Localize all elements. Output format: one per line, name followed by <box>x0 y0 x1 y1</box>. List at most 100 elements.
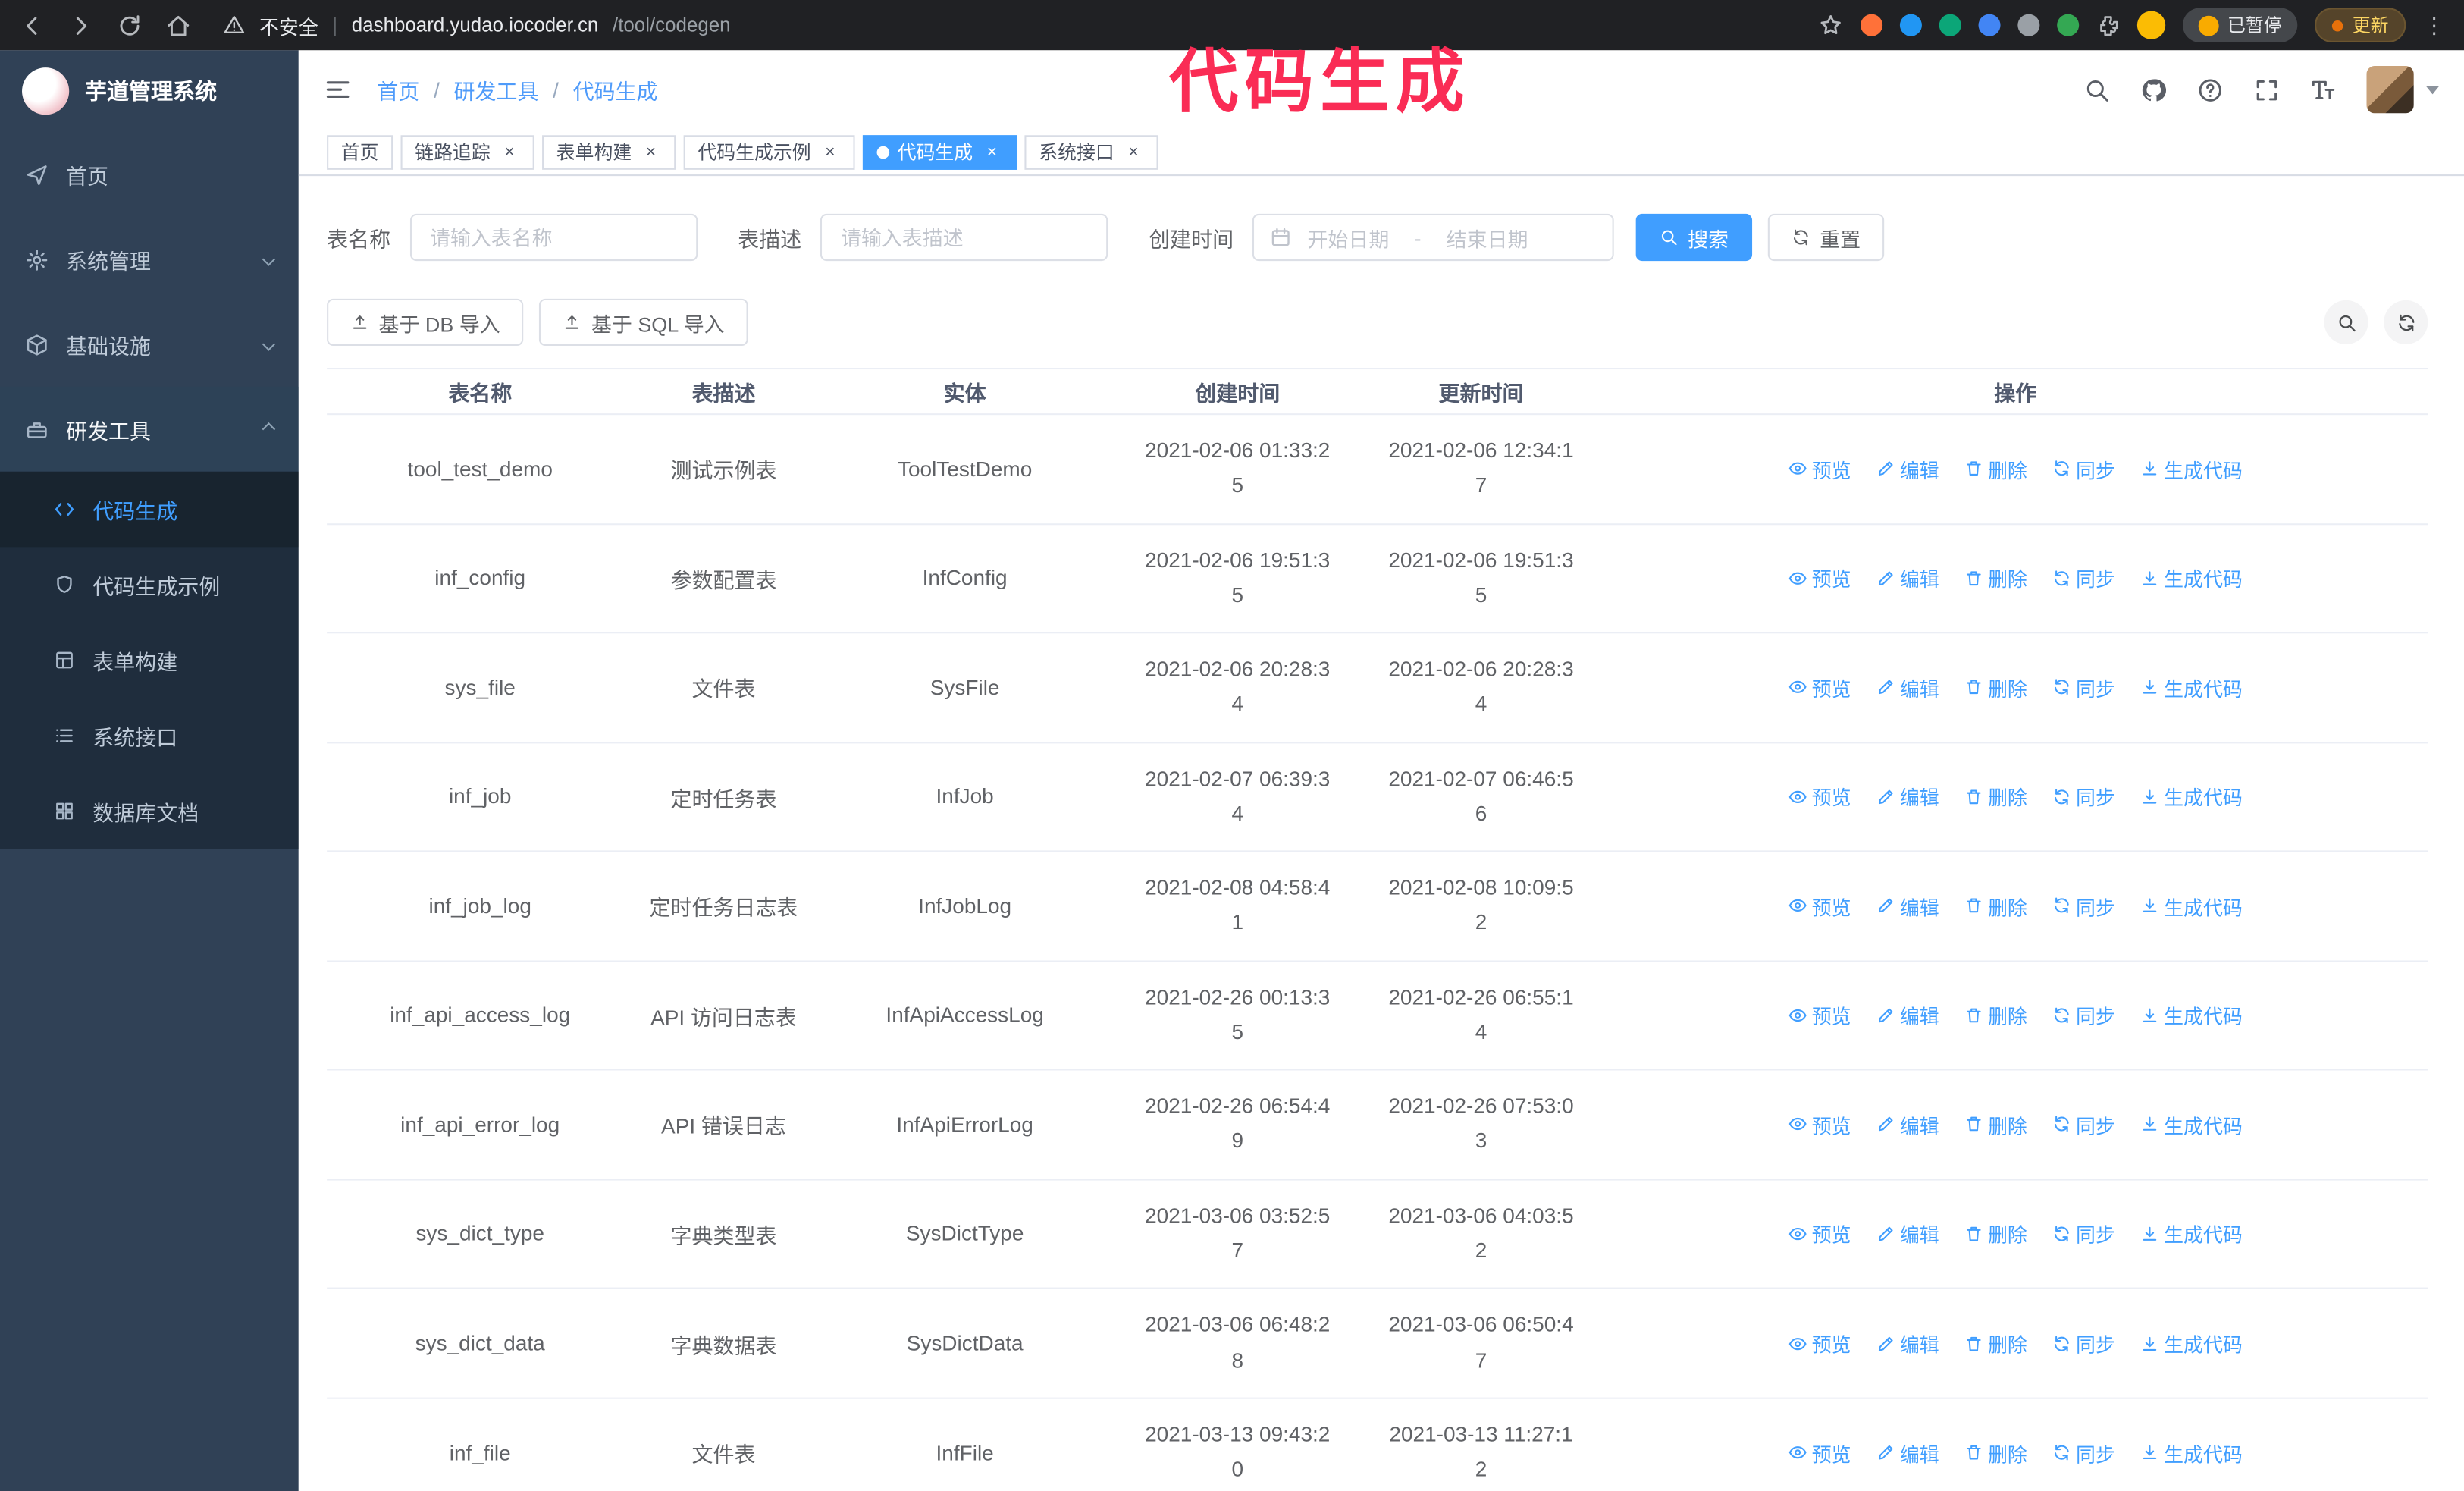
tab-system-api[interactable]: 系统接口 <box>1024 134 1158 169</box>
action-edit[interactable]: 编辑 <box>1876 782 1939 811</box>
close-icon[interactable] <box>981 141 1003 163</box>
extension-fox-icon[interactable] <box>1860 14 1882 36</box>
sidebar-item-home[interactable]: 首页 <box>0 132 299 217</box>
action-preview[interactable]: 预览 <box>1788 1000 1851 1030</box>
action-preview[interactable]: 预览 <box>1788 1110 1851 1139</box>
extension-gray-icon[interactable] <box>2017 14 2039 36</box>
extension-v-icon[interactable] <box>1938 14 1961 36</box>
action-edit[interactable]: 编辑 <box>1876 673 1939 702</box>
avatar-caret-icon[interactable] <box>2426 85 2439 94</box>
forward-icon[interactable] <box>67 12 94 39</box>
action-delete[interactable]: 删除 <box>1964 563 2027 593</box>
action-sync[interactable]: 同步 <box>2052 1328 2115 1358</box>
sidebar-item-codegen-example[interactable]: 代码生成示例 <box>0 547 299 622</box>
action-generate-code[interactable]: 生成代码 <box>2140 1000 2243 1030</box>
action-sync[interactable]: 同步 <box>2052 1000 2115 1030</box>
back-icon[interactable] <box>19 12 45 39</box>
action-generate-code[interactable]: 生成代码 <box>2140 563 2243 593</box>
action-edit[interactable]: 编辑 <box>1876 1328 1939 1358</box>
action-preview[interactable]: 预览 <box>1788 1438 1851 1467</box>
tab-codegen[interactable]: 代码生成 <box>863 134 1017 169</box>
sidebar-logo[interactable]: 芋道管理系统 <box>0 50 299 132</box>
action-generate-code[interactable]: 生成代码 <box>2140 1110 2243 1139</box>
action-preview[interactable]: 预览 <box>1788 454 1851 484</box>
action-delete[interactable]: 删除 <box>1964 673 2027 702</box>
breadcrumb-home[interactable]: 首页 <box>377 74 419 105</box>
sidebar-item-system-api[interactable]: 系统接口 <box>0 698 299 773</box>
browser-menu-icon[interactable]: ⋮ <box>2423 12 2445 39</box>
action-preview[interactable]: 预览 <box>1788 1328 1851 1358</box>
action-delete[interactable]: 删除 <box>1964 1219 2027 1248</box>
close-icon[interactable] <box>1122 141 1144 163</box>
sidebar-item-codegen[interactable]: 代码生成 <box>0 471 299 548</box>
action-sync[interactable]: 同步 <box>2052 673 2115 702</box>
action-edit[interactable]: 编辑 <box>1876 454 1939 484</box>
action-delete[interactable]: 删除 <box>1964 454 2027 484</box>
reload-icon[interactable] <box>116 12 143 39</box>
import-sql-button[interactable]: 基于 SQL 导入 <box>539 298 748 346</box>
action-delete[interactable]: 删除 <box>1964 782 2027 811</box>
sidebar-item-db-docs[interactable]: 数据库文档 <box>0 774 299 849</box>
create-time-range-picker[interactable]: 开始日期 - 结束日期 <box>1252 213 1614 262</box>
address-bar[interactable]: 不安全 | dashboard.yudao.iocoder.cn/tool/co… <box>223 10 731 39</box>
reset-button[interactable]: 重置 <box>1767 213 1885 262</box>
action-generate-code[interactable]: 生成代码 <box>2140 891 2243 921</box>
action-generate-code[interactable]: 生成代码 <box>2140 1438 2243 1467</box>
tab-form-builder[interactable]: 表单构建 <box>542 134 676 169</box>
action-sync[interactable]: 同步 <box>2052 1219 2115 1248</box>
extension-leaf-icon[interactable] <box>2056 14 2079 36</box>
hamburger-icon[interactable] <box>324 75 352 103</box>
close-icon[interactable] <box>819 141 841 163</box>
action-delete[interactable]: 删除 <box>1964 1328 2027 1358</box>
action-delete[interactable]: 删除 <box>1964 1438 2027 1467</box>
action-edit[interactable]: 编辑 <box>1876 891 1939 921</box>
close-icon[interactable] <box>640 141 662 163</box>
fullscreen-icon[interactable] <box>2253 77 2280 103</box>
action-sync[interactable]: 同步 <box>2052 563 2115 593</box>
extensions-puzzle-icon[interactable] <box>2096 14 2119 37</box>
action-edit[interactable]: 编辑 <box>1876 1438 1939 1467</box>
action-sync[interactable]: 同步 <box>2052 782 2115 811</box>
browser-update-button[interactable]: 更新 <box>2315 8 2406 42</box>
action-generate-code[interactable]: 生成代码 <box>2140 1328 2243 1358</box>
action-preview[interactable]: 预览 <box>1788 891 1851 921</box>
close-icon[interactable] <box>498 141 520 163</box>
action-edit[interactable]: 编辑 <box>1876 1219 1939 1248</box>
action-preview[interactable]: 预览 <box>1788 563 1851 593</box>
tab-home[interactable]: 首页 <box>327 134 393 169</box>
sidebar-item-dev-tools[interactable]: 研发工具 <box>0 386 299 472</box>
action-edit[interactable]: 编辑 <box>1876 1000 1939 1030</box>
sidebar-item-form-builder[interactable]: 表单构建 <box>0 623 299 698</box>
action-sync[interactable]: 同步 <box>2052 454 2115 484</box>
action-edit[interactable]: 编辑 <box>1876 1110 1939 1139</box>
action-sync[interactable]: 同步 <box>2052 891 2115 921</box>
tab-codegen-example[interactable]: 代码生成示例 <box>683 134 855 169</box>
action-generate-code[interactable]: 生成代码 <box>2140 782 2243 811</box>
action-generate-code[interactable]: 生成代码 <box>2140 1219 2243 1248</box>
sidebar-item-system-management[interactable]: 系统管理 <box>0 217 299 302</box>
import-db-button[interactable]: 基于 DB 导入 <box>327 298 524 346</box>
action-delete[interactable]: 删除 <box>1964 1110 2027 1139</box>
browser-profile-avatar[interactable] <box>2136 11 2165 39</box>
action-preview[interactable]: 预览 <box>1788 1219 1851 1248</box>
sync-paused-badge[interactable]: 已暂停 <box>2181 8 2298 42</box>
help-icon[interactable] <box>2197 77 2224 103</box>
github-icon[interactable] <box>2140 77 2167 103</box>
extension-drop-icon[interactable] <box>1898 14 1921 36</box>
action-preview[interactable]: 预览 <box>1788 782 1851 811</box>
action-sync[interactable]: 同步 <box>2052 1438 2115 1467</box>
bookmark-star-icon[interactable] <box>1817 13 1842 38</box>
extension-people-icon[interactable] <box>1977 14 2000 36</box>
user-avatar[interactable] <box>2366 66 2414 114</box>
action-delete[interactable]: 删除 <box>1964 891 2027 921</box>
sidebar-item-infrastructure[interactable]: 基础设施 <box>0 302 299 387</box>
action-generate-code[interactable]: 生成代码 <box>2140 454 2243 484</box>
toggle-search-button[interactable] <box>2324 300 2368 344</box>
font-size-icon[interactable] <box>2310 77 2337 103</box>
table-name-input[interactable] <box>409 213 698 262</box>
refresh-table-button[interactable] <box>2384 300 2428 344</box>
home-icon[interactable] <box>165 12 192 39</box>
action-edit[interactable]: 编辑 <box>1876 563 1939 593</box>
search-icon[interactable] <box>2083 77 2110 103</box>
action-delete[interactable]: 删除 <box>1964 1000 2027 1030</box>
